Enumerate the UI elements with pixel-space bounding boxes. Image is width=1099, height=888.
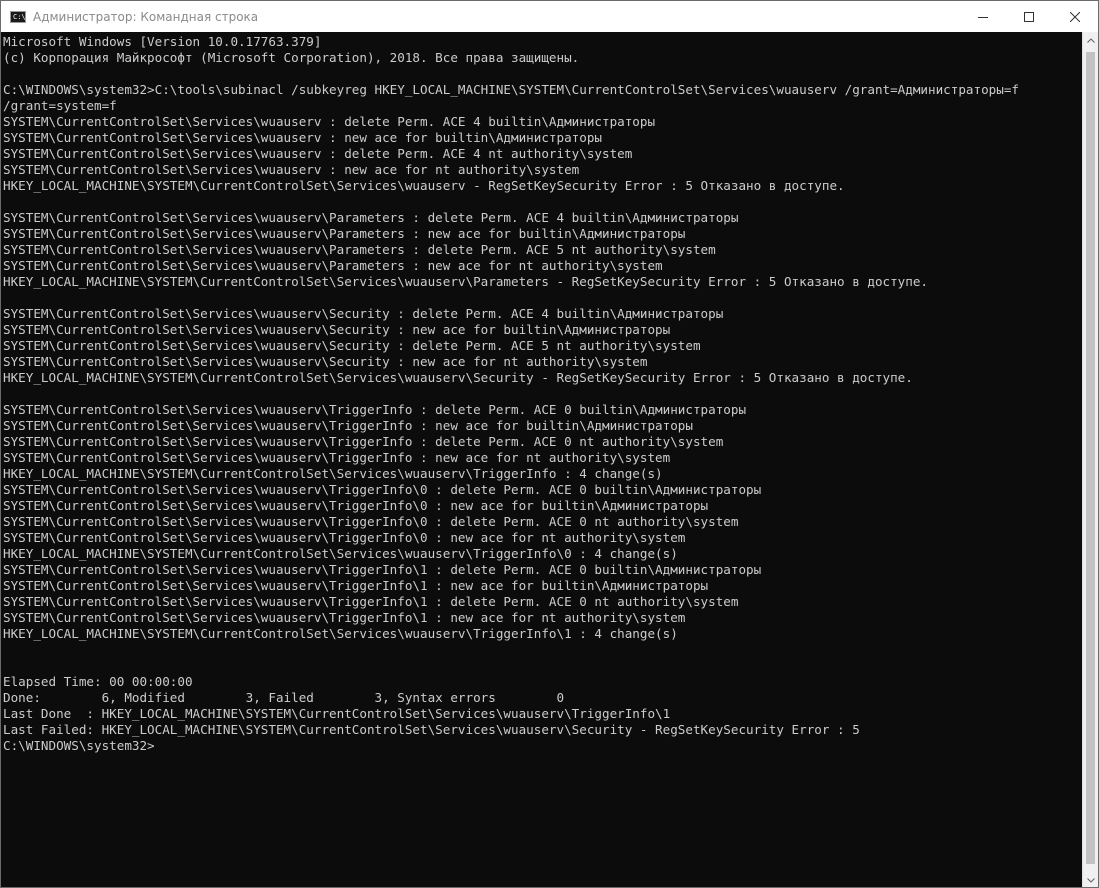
console-line: SYSTEM\CurrentControlSet\Services\wuause… — [3, 610, 686, 625]
console-line: Last Failed: HKEY_LOCAL_MACHINE\SYSTEM\C… — [3, 722, 860, 737]
console-line: HKEY_LOCAL_MACHINE\SYSTEM\CurrentControl… — [3, 546, 678, 561]
vertical-scrollbar[interactable] — [1082, 32, 1098, 887]
console-text: Microsoft Windows [Version 10.0.17763.37… — [1, 32, 1083, 754]
console-line: Elapsed Time: 00 00:00:00 — [3, 674, 193, 689]
chevron-up-icon — [1086, 37, 1095, 43]
command-prompt-window: C:\ Администратор: Командная строка Micr… — [0, 0, 1099, 888]
scroll-down-button[interactable] — [1083, 872, 1098, 887]
console-line: Done: 6, Modified 3, Failed 3, Syntax er… — [3, 690, 565, 705]
console-line: SYSTEM\CurrentControlSet\Services\wuause… — [3, 514, 739, 529]
console-output[interactable]: Microsoft Windows [Version 10.0.17763.37… — [1, 32, 1083, 887]
console-line: C:\WINDOWS\system32>C:\tools\subinacl /s… — [3, 82, 1019, 97]
console-line: SYSTEM\CurrentControlSet\Services\wuause… — [3, 498, 709, 513]
console-line: SYSTEM\CurrentControlSet\Services\wuause… — [3, 306, 724, 321]
console-line: SYSTEM\CurrentControlSet\Services\wuause… — [3, 530, 686, 545]
scrollbar-thumb[interactable] — [1086, 52, 1095, 864]
console-line: Last Done : HKEY_LOCAL_MACHINE\SYSTEM\Cu… — [3, 706, 671, 721]
console-line: SYSTEM\CurrentControlSet\Services\wuause… — [3, 354, 648, 369]
console-line: (c) Корпорация Майкрософт (Microsoft Cor… — [3, 50, 580, 65]
minimize-button[interactable] — [960, 1, 1006, 32]
console-line: SYSTEM\CurrentControlSet\Services\wuause… — [3, 210, 739, 225]
console-line: Microsoft Windows [Version 10.0.17763.37… — [3, 34, 322, 49]
console-line: SYSTEM\CurrentControlSet\Services\wuause… — [3, 434, 724, 449]
console-line: SYSTEM\CurrentControlSet\Services\wuause… — [3, 258, 663, 273]
console-line: HKEY_LOCAL_MACHINE\SYSTEM\CurrentControl… — [3, 370, 913, 385]
window-title: Администратор: Командная строка — [33, 9, 259, 24]
console-line: SYSTEM\CurrentControlSet\Services\wuause… — [3, 594, 739, 609]
console-line: SYSTEM\CurrentControlSet\Services\wuause… — [3, 450, 671, 465]
maximize-icon — [1024, 11, 1034, 22]
title-bar[interactable]: C:\ Администратор: Командная строка — [1, 1, 1098, 32]
console-line: /grant=system=f — [3, 98, 117, 113]
close-icon — [1070, 11, 1080, 22]
console-line: HKEY_LOCAL_MACHINE\SYSTEM\CurrentControl… — [3, 466, 663, 481]
console-line: HKEY_LOCAL_MACHINE\SYSTEM\CurrentControl… — [3, 274, 929, 289]
close-button[interactable] — [1052, 1, 1098, 32]
window-controls — [960, 1, 1098, 32]
console-line: SYSTEM\CurrentControlSet\Services\wuause… — [3, 162, 580, 177]
console-line: SYSTEM\CurrentControlSet\Services\wuause… — [3, 130, 602, 145]
cmd-icon[interactable]: C:\ — [10, 10, 26, 23]
console-line: SYSTEM\CurrentControlSet\Services\wuause… — [3, 226, 686, 241]
console-line: C:\WINDOWS\system32> — [3, 738, 155, 753]
console-line: SYSTEM\CurrentControlSet\Services\wuause… — [3, 418, 693, 433]
console-line: HKEY_LOCAL_MACHINE\SYSTEM\CurrentControl… — [3, 178, 845, 193]
console-line: SYSTEM\CurrentControlSet\Services\wuause… — [3, 338, 701, 353]
console-line: SYSTEM\CurrentControlSet\Services\wuause… — [3, 402, 747, 417]
maximize-button[interactable] — [1006, 1, 1052, 32]
console-line: SYSTEM\CurrentControlSet\Services\wuause… — [3, 562, 762, 577]
console-line: SYSTEM\CurrentControlSet\Services\wuause… — [3, 146, 633, 161]
console-line: SYSTEM\CurrentControlSet\Services\wuause… — [3, 322, 671, 337]
console-line: SYSTEM\CurrentControlSet\Services\wuause… — [3, 114, 656, 129]
console-line: HKEY_LOCAL_MACHINE\SYSTEM\CurrentControl… — [3, 626, 678, 641]
console-line: SYSTEM\CurrentControlSet\Services\wuause… — [3, 242, 716, 257]
console-line: SYSTEM\CurrentControlSet\Services\wuause… — [3, 482, 762, 497]
minimize-icon — [978, 16, 988, 18]
scroll-up-button[interactable] — [1083, 32, 1098, 48]
console-line: SYSTEM\CurrentControlSet\Services\wuause… — [3, 578, 709, 593]
chevron-down-icon — [1086, 877, 1095, 883]
